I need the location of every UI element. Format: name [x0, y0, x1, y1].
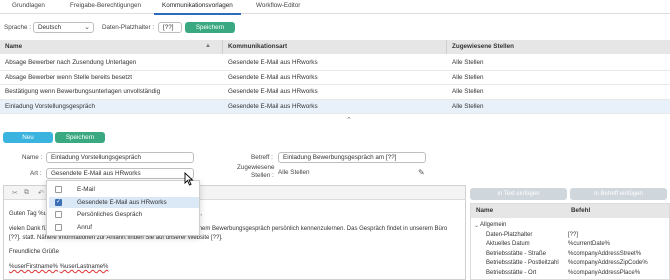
placeholder-command: [??] — [568, 231, 579, 238]
placeholder-lastname: %userLastname% — [59, 264, 109, 270]
placeholder-table: Name Befehl ⌄ Allgemein Daten-Platzhalte… — [470, 203, 670, 280]
placeholder-name: Betriebsstätte - Straße — [486, 250, 547, 257]
tab-freigabe-berechtigungen[interactable]: Freigabe-Berechtigungen — [70, 2, 141, 14]
placeholder-name: Daten-Platzhalter — [486, 231, 533, 238]
placeholder-row[interactable]: Aktuelles Datum %currentDate% — [471, 240, 669, 250]
betreff-label: Betreff : — [251, 154, 273, 161]
column-header-befehl[interactable]: Befehl — [571, 207, 590, 214]
stellen-value: Alle Stellen — [278, 169, 310, 176]
dropdown-option-persoenliches-gespraech[interactable]: Persönliches Gespräch — [49, 209, 199, 220]
placeholder-row[interactable]: Daten-Platzhalter [??] — [471, 231, 669, 241]
dropdown-option-anruf[interactable]: Anruf — [49, 222, 199, 233]
column-header-stellen[interactable]: Zugewiesene Stellen — [452, 43, 514, 50]
placeholder-command: %companyAddressStreet% — [568, 250, 642, 257]
checkbox-icon — [55, 186, 62, 193]
tab-grundlagen[interactable]: Grundlagen — [12, 2, 45, 14]
placeholder-command: %companyAddressZipCode% — [568, 260, 648, 266]
placeholder-name: Betriebsstätte - Postleitzahl — [486, 260, 559, 266]
sprache-value: Deutsch — [38, 24, 62, 31]
editor-text: ) in einem Bewerbungsgespräch persönlich… — [184, 226, 448, 232]
art-value: Gesendete E-Mail aus HRworks — [51, 170, 141, 177]
chevron-down-icon: ⌄ — [474, 223, 480, 229]
placeholder-name: Aktuelles Datum — [486, 241, 530, 247]
placeholder-command: %currentDate% — [568, 241, 611, 247]
cell-stellen: Alle Stellen — [452, 102, 484, 110]
sort-up-icon[interactable]: ▲ — [205, 43, 211, 49]
platzhalter-label: Daten-Platzhalter : — [102, 24, 155, 31]
dropdown-option-email[interactable]: E-Mail — [49, 184, 199, 195]
column-header-name[interactable]: Name — [476, 207, 493, 214]
placeholder-row[interactable]: Betriebsstätte - Straße %companyAddressS… — [471, 250, 669, 260]
table-row[interactable]: Absage Bewerber wenn Stelle bereits bese… — [0, 71, 670, 85]
cell-art: Gesendete E-Mail aus HRworks — [228, 59, 318, 66]
undo-icon[interactable]: ↶ — [38, 189, 44, 197]
name-label: Name : — [22, 154, 43, 161]
save-language-button[interactable]: Speichern — [185, 22, 235, 33]
cell-name: Bestätigung wenn Bewerbungsunterlagen un… — [5, 88, 161, 95]
column-divider — [446, 40, 447, 54]
betreff-input[interactable]: Einladung Bewerbungsgespräch am [??] — [278, 152, 426, 163]
tab-workflow-editor[interactable]: Workflow-Editor — [256, 2, 300, 14]
edit-icon[interactable]: ✎ — [418, 168, 425, 177]
placeholder-firstname: %userFirstname% — [9, 264, 59, 270]
new-button[interactable]: Neu — [3, 132, 53, 143]
table-row[interactable]: Absage Bewerber nach Zusendung Unterlage… — [0, 56, 670, 71]
chevron-up-icon[interactable]: ⌃ — [346, 116, 352, 124]
cell-art: Gesendete E-Mail aus HRworks — [228, 88, 318, 95]
cell-art: Gesendete E-Mail aus HRworks — [228, 73, 318, 81]
option-label: Anruf — [77, 224, 93, 231]
art-dropdown-menu: E-Mail Gesendete E-Mail aus HRworks Pers… — [46, 180, 200, 236]
art-label: Art : — [30, 170, 42, 177]
placeholder-table-header: Name Befehl — [471, 204, 669, 218]
mouse-cursor-icon — [184, 172, 194, 186]
name-input[interactable]: Einladung Vorstellungsgespräch — [46, 152, 194, 163]
group-label: Allgemein — [480, 222, 507, 228]
copy-icon[interactable]: ⧉ — [24, 189, 29, 197]
cell-art: Gesendete E-Mail aus HRworks — [228, 102, 318, 110]
platzhalter-input[interactable]: [??] — [158, 22, 182, 33]
option-label: Gesendete E-Mail aus HRworks — [77, 199, 167, 206]
checkbox-checked-icon — [55, 198, 62, 206]
tree-group-allgemein[interactable]: ⌄ Allgemein — [471, 221, 669, 231]
insert-in-text-button[interactable]: in Text einfügen — [470, 188, 567, 200]
editor-text: vielen Dank fü — [9, 226, 48, 232]
cell-stellen: Alle Stellen — [452, 73, 484, 81]
cut-icon[interactable]: ✂ — [12, 189, 18, 197]
chevron-down-icon: ⌄ — [84, 24, 90, 31]
column-header-kommunikationsart[interactable]: Kommunikationsart — [228, 43, 287, 50]
stellen-label-line1: Zugewiesene — [237, 164, 275, 171]
sprache-select[interactable]: Deutsch ⌄ — [33, 22, 94, 33]
placeholder-row[interactable]: Betriebsstätte - Ort %companyAddressPlac… — [471, 269, 669, 279]
cell-stellen: Alle Stellen — [452, 88, 484, 95]
tab-bar: Grundlagen Freigabe-Berechtigungen Kommu… — [0, 0, 670, 15]
table-row-selected[interactable]: Einladung Vorstellungsgespräch Gesendete… — [0, 99, 670, 114]
option-label: E-Mail — [77, 186, 95, 193]
tab-kommunikationsvorlagen[interactable]: Kommunikationsvorlagen — [154, 2, 241, 15]
cell-stellen: Alle Stellen — [452, 59, 484, 66]
column-divider — [222, 40, 223, 54]
editor-text: Guten Tag %u — [9, 211, 47, 217]
stellen-label-line2: Stellen : — [251, 172, 274, 179]
placeholder-command: %companyAddressPlace% — [568, 269, 641, 276]
placeholder-name: Betriebsstätte - Ort — [486, 269, 537, 276]
art-select[interactable]: Gesendete E-Mail aus HRworks — [46, 168, 194, 179]
dropdown-option-gesendete-email[interactable]: Gesendete E-Mail aus HRworks — [49, 197, 199, 208]
insert-in-subject-button[interactable]: in Betreff einfügen — [570, 188, 667, 200]
editor-line: Freundliche Grüße — [9, 249, 60, 255]
placeholder-row[interactable]: Betriebsstätte - Postleitzahl %companyAd… — [471, 259, 669, 269]
save-template-button[interactable]: Speichern — [55, 132, 105, 143]
checkbox-icon — [55, 211, 62, 218]
cell-name: Absage Bewerber wenn Stelle bereits bese… — [5, 73, 133, 81]
editor-signature: %userFirstname% %userLastname% — [9, 264, 108, 270]
cell-name: Absage Bewerber nach Zusendung Unterlage… — [5, 59, 137, 66]
checkbox-icon — [55, 224, 62, 231]
sprache-label: Sprache : — [4, 24, 31, 31]
column-header-name[interactable]: Name — [5, 43, 22, 50]
table-row[interactable]: Bestätigung wenn Bewerbungsunterlagen un… — [0, 85, 670, 100]
option-label: Persönliches Gespräch — [77, 211, 143, 218]
table-header: Name ▲ Kommunikationsart Zugewiesene Ste… — [0, 40, 670, 54]
cell-name: Einladung Vorstellungsgespräch — [5, 102, 95, 110]
